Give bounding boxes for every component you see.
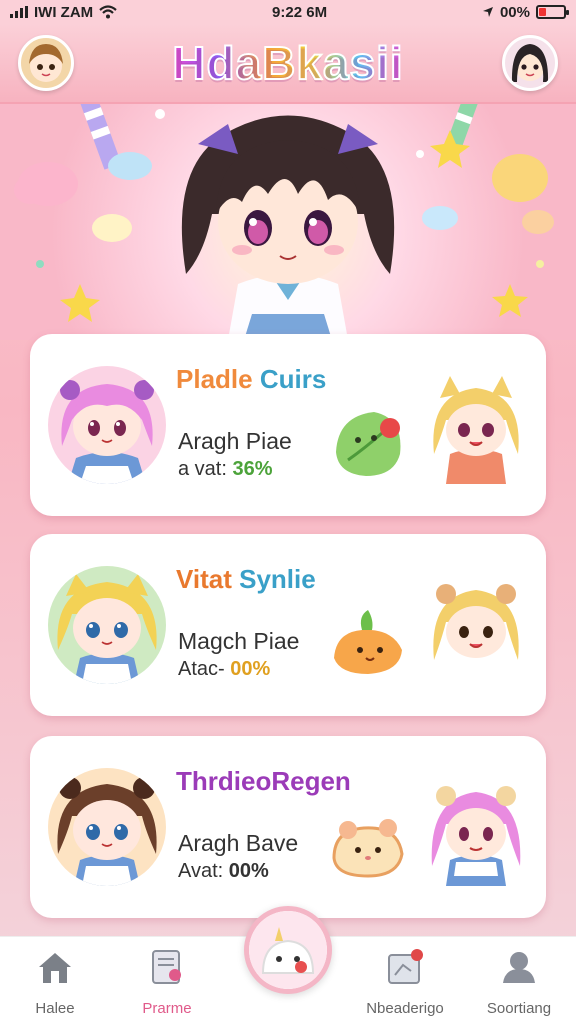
nav-item-home[interactable]: Halee <box>0 947 110 1017</box>
document-icon <box>152 950 181 984</box>
card-avatar <box>48 366 166 484</box>
character-card[interactable]: Vitat Synlie Magch Piae Atac- 00% <box>30 534 546 716</box>
item-leaf-icon <box>336 412 401 476</box>
nav-label: Prarme <box>142 1000 192 1017</box>
item-carrot-icon <box>334 610 402 674</box>
card-avatar <box>48 566 166 684</box>
card-subtitle: Aragh Piae <box>178 428 292 454</box>
card-avatar <box>48 768 166 886</box>
card-stat-value: 00% <box>228 860 269 882</box>
battery-percent: 00% <box>499 3 530 21</box>
card-stat: Atac- 00% <box>178 658 270 681</box>
location-icon <box>482 7 493 17</box>
card-title-part-b: Cuirs <box>259 364 327 394</box>
item-hamster-icon <box>332 819 404 878</box>
app-title: HdaBkasii <box>171 36 404 90</box>
character-card[interactable]: ThrdieoRegen Aragh Bave Avat: 00% <box>30 736 546 918</box>
center-character-icon <box>249 911 327 989</box>
card-title-part-b: Synlie <box>239 564 316 594</box>
battery-icon <box>536 5 569 19</box>
hero-character <box>181 115 395 340</box>
card-title-part-a: Pladle <box>176 364 253 394</box>
card-title: Pladle Cuirs <box>176 364 326 395</box>
card-stat: Avat: 00% <box>178 860 269 883</box>
card-subtitle: Aragh Bave <box>178 830 299 856</box>
nav-item-profile[interactable]: Soortiang <box>464 947 574 1017</box>
app-header: HdaBkasii <box>0 24 576 104</box>
nav-label: Soortiang <box>486 1000 552 1017</box>
map-icon <box>388 949 423 984</box>
card-stat-label: a vat: <box>178 458 233 480</box>
status-bar: IWI ZAM 9:22 6M 00% <box>0 0 576 24</box>
card-title-part-a: Vitat <box>176 564 232 594</box>
center-action-button[interactable] <box>244 906 332 994</box>
card-companion-character <box>433 584 519 684</box>
hero-banner <box>0 104 576 340</box>
user-avatar-left[interactable] <box>18 35 74 91</box>
card-title: Vitat Synlie <box>176 564 316 595</box>
card-companion-character <box>431 786 521 886</box>
nav-label: Halee <box>35 1000 75 1017</box>
card-stat: a vat: 36% <box>178 458 273 481</box>
card-title: ThrdieoRegen <box>176 766 351 797</box>
card-stat-value: 36% <box>232 458 273 480</box>
character-card[interactable]: Pladle Cuirs Aragh Piae a vat: 36% <box>30 334 546 516</box>
nav-item-prarme[interactable]: Prarme <box>112 947 222 1017</box>
nav-item-map[interactable]: Nbeaderigo <box>350 947 460 1017</box>
home-icon <box>39 953 71 983</box>
card-stat-label: Atac- <box>178 658 231 680</box>
signal-icon <box>10 6 28 18</box>
card-subtitle: Magch Piae <box>178 628 300 654</box>
card-title-part-a: ThrdieoRegen <box>176 766 351 796</box>
profile-icon <box>503 952 535 983</box>
user-avatar-right[interactable] <box>502 35 558 91</box>
card-stat-label: Avat: <box>178 860 229 882</box>
card-stat-value: 00% <box>230 658 271 680</box>
nav-label: Nbeaderigo <box>366 1000 444 1017</box>
carrier-label: IWI ZAM <box>34 3 94 21</box>
card-companion-character <box>433 376 519 484</box>
wifi-icon <box>99 5 117 19</box>
clock: 9:22 6M <box>272 3 328 21</box>
